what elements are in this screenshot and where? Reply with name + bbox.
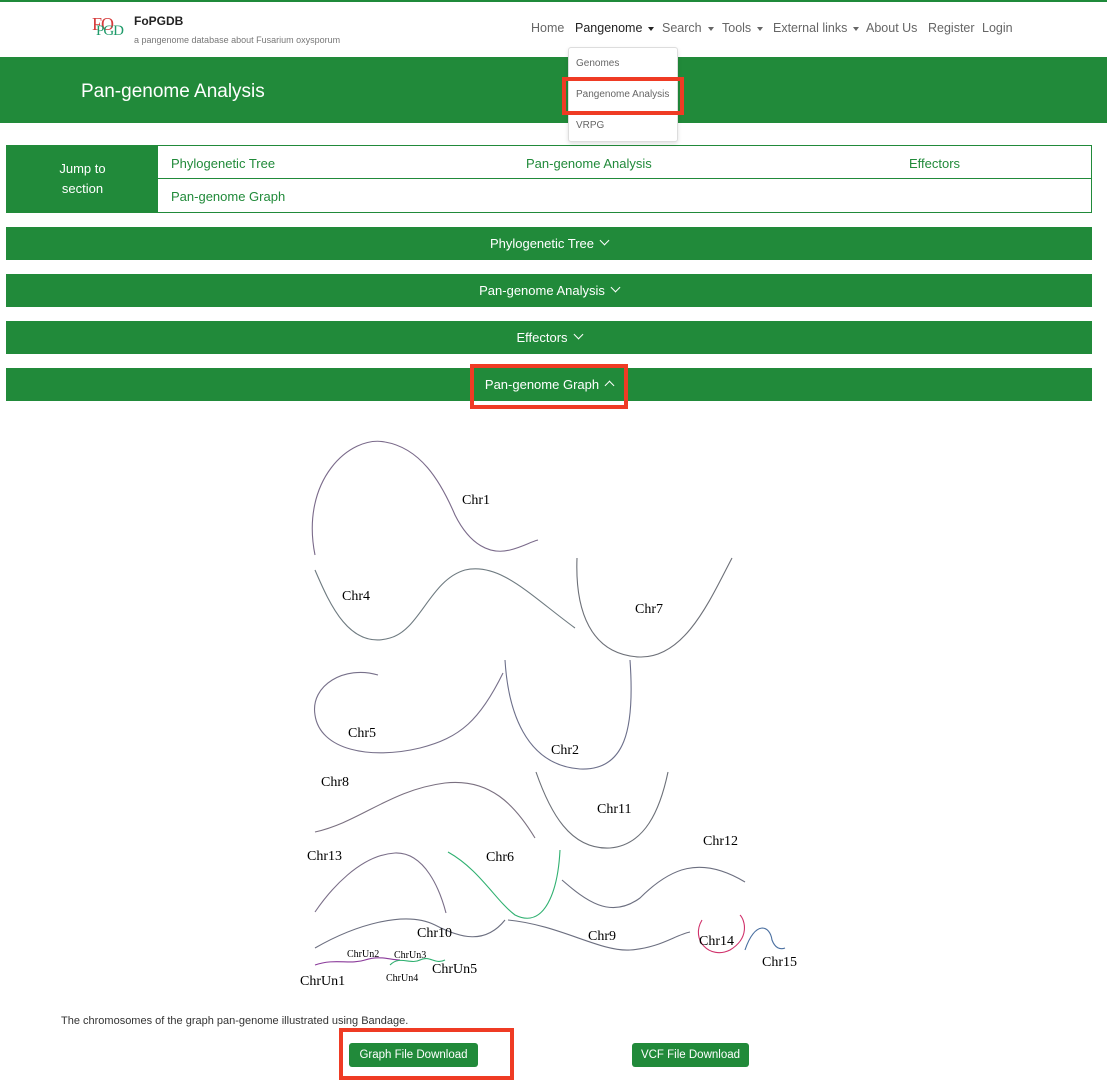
section-toggle-effectors[interactable]: Effectors xyxy=(6,321,1092,354)
menu-item-vrpg[interactable]: VRPG xyxy=(576,120,604,131)
highlight-box-section xyxy=(470,364,628,409)
jump-link-pan-genome-graph[interactable]: Pan-genome Graph xyxy=(171,189,285,204)
chr15-curve xyxy=(744,927,786,951)
label-chr9: Chr9 xyxy=(588,929,616,944)
chr4-curve xyxy=(314,568,576,641)
label-chr7: Chr7 xyxy=(635,602,663,617)
jump-to-section: Jump to section Phylogenetic Tree Pan-gen… xyxy=(6,145,1092,213)
section-toggle-pan-genome-analysis[interactable]: Pan-genome Analysis xyxy=(6,274,1092,307)
pan-genome-graph-image: Chr1 Chr4 Chr7 Chr5 Chr2 Chr8 Chr11 Chr1… xyxy=(300,440,797,989)
graph-caption: The chromosomes of the graph pan-genome … xyxy=(61,1015,409,1027)
brand-subtitle: a pangenome database about Fusarium oxys… xyxy=(134,35,341,45)
logo-pgd-text: PGD xyxy=(96,23,124,39)
nav-login[interactable]: Login xyxy=(982,21,1013,35)
navbar: FO PGD FoPGDB a pangenome database about… xyxy=(0,2,1107,57)
nav-register[interactable]: Register xyxy=(928,21,975,35)
caret-down-icon xyxy=(648,26,655,31)
label-chr5: Chr5 xyxy=(348,726,376,741)
label-chr13: Chr13 xyxy=(307,849,342,864)
nav-about[interactable]: About Us xyxy=(866,21,917,35)
label-chr2: Chr2 xyxy=(551,743,579,758)
page-banner: Pan-genome Analysis xyxy=(0,57,1107,123)
jump-label-line1: Jump to xyxy=(59,161,106,176)
jump-link-pan-genome-analysis[interactable]: Pan-genome Analysis xyxy=(526,156,652,171)
jump-link-phylogenetic-tree[interactable]: Phylogenetic Tree xyxy=(171,156,275,171)
section-toggle-phylogenetic-tree[interactable]: Phylogenetic Tree xyxy=(6,227,1092,260)
jump-label: Jump to section xyxy=(7,146,158,212)
chr10-curve xyxy=(314,918,506,949)
nav-external-links[interactable]: External links xyxy=(773,21,860,35)
nav-external-links-label: External links xyxy=(773,21,848,35)
nav-pangenome-label: Pangenome xyxy=(575,21,643,35)
nav-search[interactable]: Search xyxy=(662,21,714,35)
chevron-down-icon xyxy=(573,329,583,340)
caret-down-icon xyxy=(853,26,860,31)
chevron-down-icon xyxy=(610,282,621,293)
brand-name[interactable]: FoPGDB xyxy=(134,14,183,28)
jump-divider xyxy=(158,178,1091,179)
jump-label-line2: section xyxy=(61,181,104,196)
section-label: Pan-genome Analysis xyxy=(479,283,605,298)
jump-link-effectors[interactable]: Effectors xyxy=(909,156,960,171)
chr8-curve xyxy=(314,781,536,839)
label-chr15: Chr15 xyxy=(762,955,797,970)
nav-home[interactable]: Home xyxy=(531,21,564,35)
label-chr6: Chr6 xyxy=(486,850,514,865)
section-label: Effectors xyxy=(516,330,568,345)
chevron-down-icon xyxy=(599,235,610,246)
highlight-box-menu xyxy=(562,77,684,115)
label-chr8: Chr8 xyxy=(321,775,349,790)
highlight-box-download xyxy=(339,1028,514,1080)
menu-item-genomes[interactable]: Genomes xyxy=(576,58,619,69)
page-title: Pan-genome Analysis xyxy=(81,81,265,102)
label-chrun2: ChrUn2 xyxy=(347,949,379,960)
section-label: Phylogenetic Tree xyxy=(489,236,595,251)
label-chr12: Chr12 xyxy=(703,834,738,849)
label-chr11: Chr11 xyxy=(597,802,631,817)
nav-tools-label: Tools xyxy=(722,21,752,35)
label-chr1: Chr1 xyxy=(462,493,490,508)
caret-down-icon xyxy=(707,26,714,31)
label-chrun3: ChrUn3 xyxy=(394,950,426,961)
label-chrun5: ChrUn5 xyxy=(432,962,477,977)
chr1-curve xyxy=(311,440,539,556)
label-chr4: Chr4 xyxy=(342,589,370,604)
label-chrun1: ChrUn1 xyxy=(300,974,345,989)
chr12-curve xyxy=(561,866,746,909)
nav-pangenome[interactable]: Pangenome xyxy=(575,21,655,35)
label-chr14: Chr14 xyxy=(699,934,734,949)
nav-tools[interactable]: Tools xyxy=(722,21,764,35)
label-chr10: Chr10 xyxy=(417,926,452,941)
label-chrun4: ChrUn4 xyxy=(386,973,418,984)
nav-search-label: Search xyxy=(662,21,702,35)
vcf-file-download-button[interactable]: VCF File Download xyxy=(632,1043,749,1067)
chr5-curve xyxy=(314,671,504,754)
site-logo[interactable]: FO PGD xyxy=(90,14,130,42)
caret-down-icon xyxy=(757,26,764,31)
